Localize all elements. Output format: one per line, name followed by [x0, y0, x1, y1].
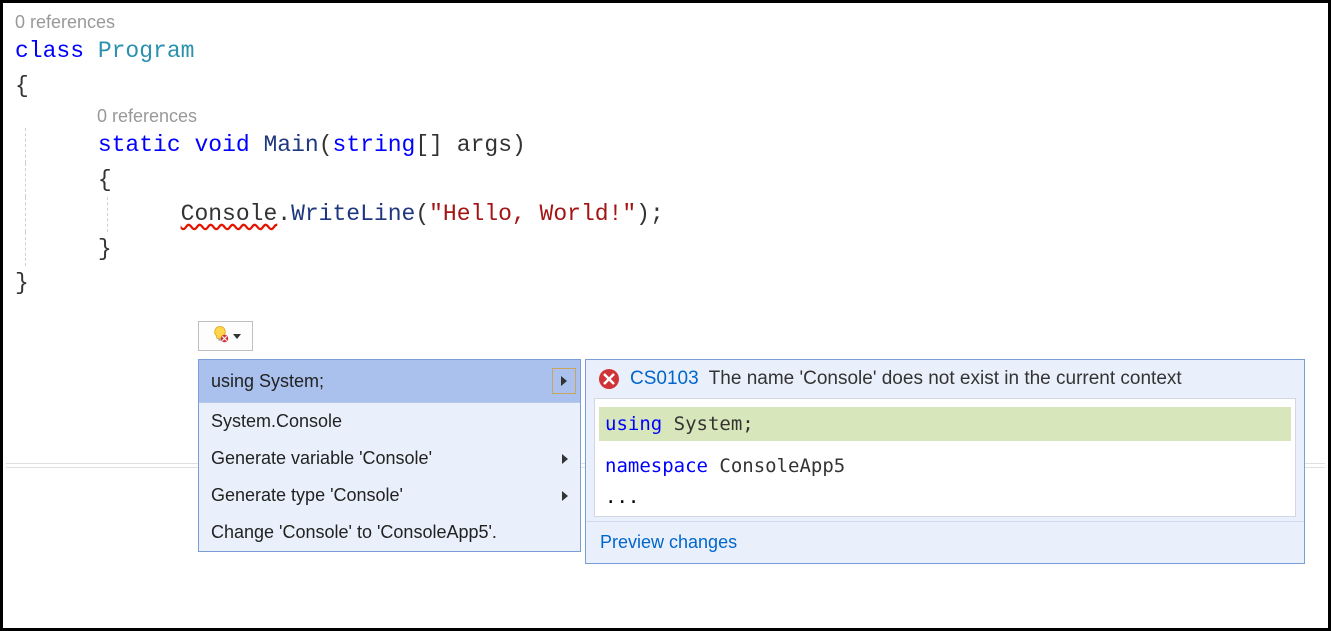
code-line-brace-open2: { [15, 163, 1316, 198]
code-line-main: static void Main(string[] args) [15, 128, 1316, 163]
quickfix-item-label: Generate variable 'Console' [211, 448, 432, 469]
chevron-right-icon [561, 376, 567, 386]
error-code[interactable]: CS0103 [630, 368, 699, 390]
diff-added-line: using System; [599, 407, 1291, 441]
chevron-down-icon [233, 334, 241, 339]
codelens-main[interactable]: 0 references [97, 103, 1316, 130]
quickfix-item-label: Change 'Console' to 'ConsoleApp5'. [211, 522, 497, 543]
code-editor[interactable]: 0 references class Program { 0 reference… [15, 9, 1316, 301]
code-line-brace-close: } [15, 266, 1316, 301]
quickfix-item-label: Generate type 'Console' [211, 485, 403, 506]
quickfix-item-generate-variable[interactable]: Generate variable 'Console' [199, 440, 580, 477]
diff-ellipsis: ... [605, 482, 1285, 512]
quickfix-preview-panel: CS0103 The name 'Console' does not exist… [585, 359, 1305, 564]
chevron-right-icon [562, 491, 568, 501]
preview-code-diff: using System; namespace ConsoleApp5 ... [594, 398, 1296, 517]
codelens-class[interactable]: 0 references [15, 9, 1316, 36]
quickfix-item-change-to-consoleapp5[interactable]: Change 'Console' to 'ConsoleApp5'. [199, 514, 580, 551]
code-line-class: class Program [15, 34, 1316, 69]
preview-changes-link[interactable]: Preview changes [600, 532, 737, 552]
quickfix-item-label: System.Console [211, 411, 342, 432]
submenu-expand-button[interactable] [552, 368, 576, 394]
quickfix-menu: using System; System.Console Generate va… [198, 359, 581, 552]
lightbulb-error-icon [211, 325, 229, 348]
preview-footer: Preview changes [586, 521, 1304, 563]
quickfix-item-generate-type[interactable]: Generate type 'Console' [199, 477, 580, 514]
code-line-brace-open: { [15, 69, 1316, 104]
error-icon [598, 368, 620, 390]
code-line-console: Console.WriteLine("Hello, World!"); [15, 197, 1316, 232]
diff-context-line: namespace ConsoleApp5 [605, 451, 1285, 481]
preview-error-header: CS0103 The name 'Console' does not exist… [586, 360, 1304, 398]
lightbulb-button[interactable] [198, 321, 253, 351]
quickfix-item-system-console[interactable]: System.Console [199, 403, 580, 440]
quickfix-item-using-system[interactable]: using System; [199, 360, 580, 403]
error-squiggle-console[interactable]: Console [181, 201, 278, 227]
chevron-right-icon [562, 454, 568, 464]
code-line-brace-close2: } [15, 232, 1316, 267]
error-message: The name 'Console' does not exist in the… [709, 368, 1182, 390]
quickfix-item-label: using System; [211, 371, 324, 392]
